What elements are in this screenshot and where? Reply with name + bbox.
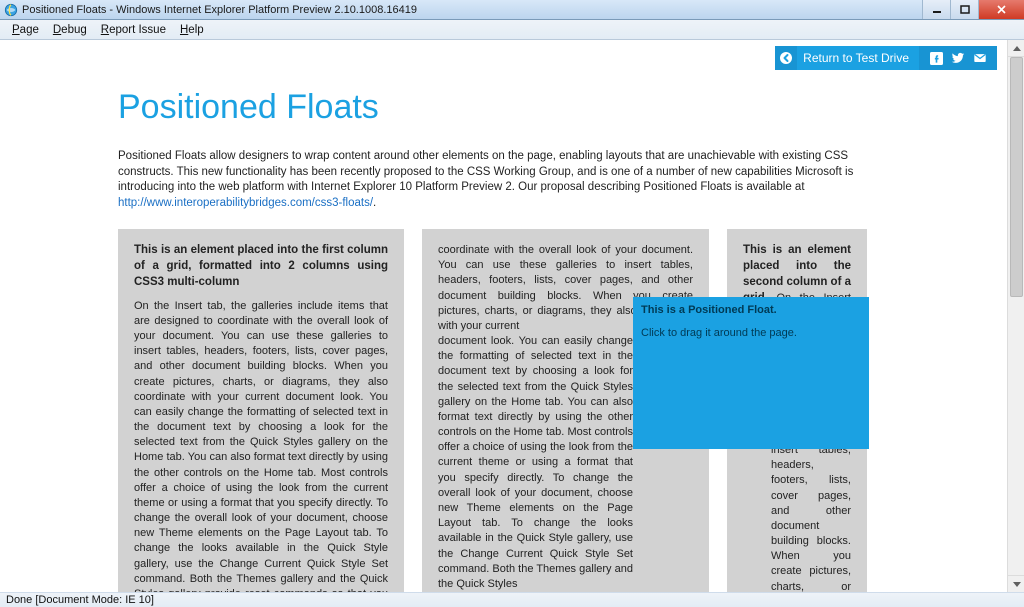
back-arrow-icon [775, 46, 797, 70]
col2-narrow: document look. You can easily change the… [438, 334, 633, 592]
column-1: This is an element placed into the first… [118, 229, 404, 592]
menu-report-issue[interactable]: Report Issue [95, 23, 172, 37]
twitter-icon[interactable] [951, 51, 965, 65]
menu-help[interactable]: Help [174, 23, 210, 37]
status-bar: Done [Document Mode: IE 10] [0, 592, 1024, 607]
scroll-up-button[interactable] [1008, 40, 1024, 57]
mail-icon[interactable] [973, 51, 987, 65]
page-title: Positioned Floats [118, 88, 887, 127]
close-button[interactable] [978, 0, 1024, 19]
minimize-button[interactable] [922, 0, 950, 19]
float-hint: Click to drag it around the page. [641, 326, 861, 341]
status-text: Done [Document Mode: IE 10] [6, 594, 154, 606]
positioned-float[interactable]: This is a Positioned Float. Click to dra… [633, 297, 869, 449]
scroll-down-button[interactable] [1008, 575, 1024, 592]
menu-page[interactable]: Page [6, 23, 45, 37]
window-buttons [922, 0, 1024, 19]
viewport: Return to Test Drive Po [0, 40, 1024, 592]
vertical-scrollbar[interactable] [1007, 40, 1024, 592]
intro-link[interactable]: http://www.interoperabilitybridges.com/c… [118, 197, 373, 209]
intro-paragraph: Positioned Floats allow designers to wra… [118, 149, 887, 211]
maximize-button[interactable] [950, 0, 978, 19]
column-2: coordinate with the overall look of your… [422, 229, 709, 592]
window-title: Positioned Floats - Windows Internet Exp… [22, 4, 417, 16]
col1-lead: This is an element placed into the first… [134, 243, 388, 291]
facebook-icon[interactable] [929, 51, 943, 65]
float-title: This is a Positioned Float. [641, 304, 777, 316]
col1-body: On the Insert tab, the galleries include… [134, 299, 388, 592]
ie-icon [4, 3, 18, 17]
scroll-thumb[interactable] [1010, 57, 1023, 297]
return-to-test-drive[interactable]: Return to Test Drive [775, 46, 997, 70]
return-label: Return to Test Drive [797, 51, 919, 65]
menu-bar: Page Debug Report Issue Help [0, 20, 1024, 40]
menu-debug[interactable]: Debug [47, 23, 93, 37]
top-toolbar: Return to Test Drive [0, 40, 1007, 70]
window-title-bar: Positioned Floats - Windows Internet Exp… [0, 0, 1024, 20]
demo-columns: This is an element placed into the first… [118, 229, 887, 592]
